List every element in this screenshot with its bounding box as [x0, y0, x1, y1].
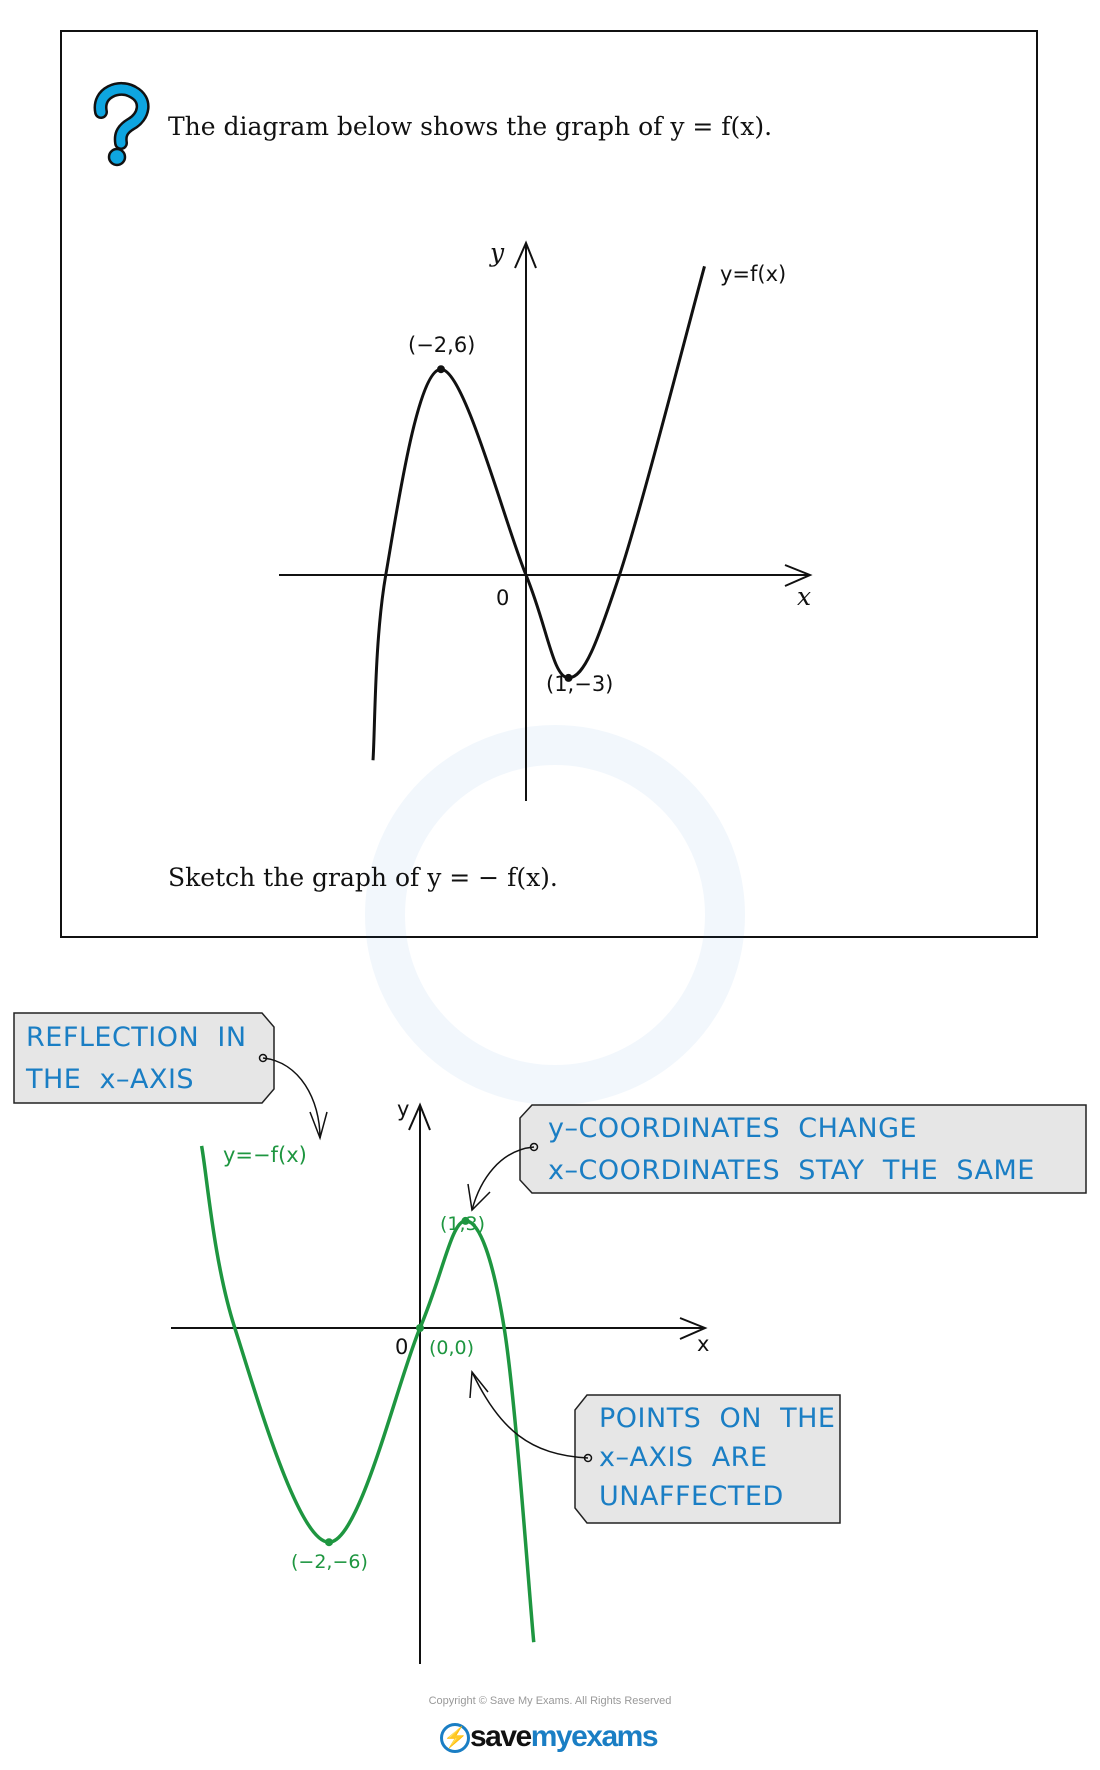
point-label: (−2,−6): [291, 1551, 368, 1573]
y-axis-label: y: [397, 1097, 410, 1121]
top-axes: [279, 240, 813, 801]
key-point-marker: [437, 365, 445, 374]
origin-label: 0: [395, 1335, 409, 1359]
note-points: POINTS ON THE x–AXIS ARE UNAFFECTED: [599, 1403, 836, 1512]
question-task: Sketch the graph of y = − f(x).: [168, 863, 558, 892]
lightning-icon: ⚡: [440, 1723, 470, 1754]
x-axis-label: x: [697, 1332, 710, 1356]
watermark-logo: [365, 725, 745, 1105]
curve-label: y=f(x): [720, 262, 787, 286]
key-point-marker: [325, 1538, 333, 1547]
point-label: (−2,6): [408, 333, 476, 357]
note-reflection: REFLECTION IN THE x–AXIS: [26, 1022, 247, 1095]
y-axis-label: y: [490, 238, 505, 267]
logo: ⚡ savemyexams: [440, 1720, 659, 1754]
origin-label: 0: [496, 586, 510, 610]
point-label: (0,0): [429, 1337, 475, 1359]
point-label: (1,3): [440, 1213, 486, 1235]
note-coordinates: y–COORDINATES CHANGE x–COORDINATES STAY …: [548, 1113, 1035, 1186]
x-axis-label: x: [797, 582, 812, 611]
question-intro: The diagram below shows the graph of y =…: [168, 112, 773, 141]
key-point-marker: [416, 1324, 424, 1332]
question-mark-icon: [93, 81, 150, 167]
point-label: (1,−3): [546, 672, 614, 696]
curve-label: y=−f(x): [223, 1143, 307, 1167]
copyright: Copyright © Save My Exams. All Rights Re…: [428, 1695, 672, 1707]
